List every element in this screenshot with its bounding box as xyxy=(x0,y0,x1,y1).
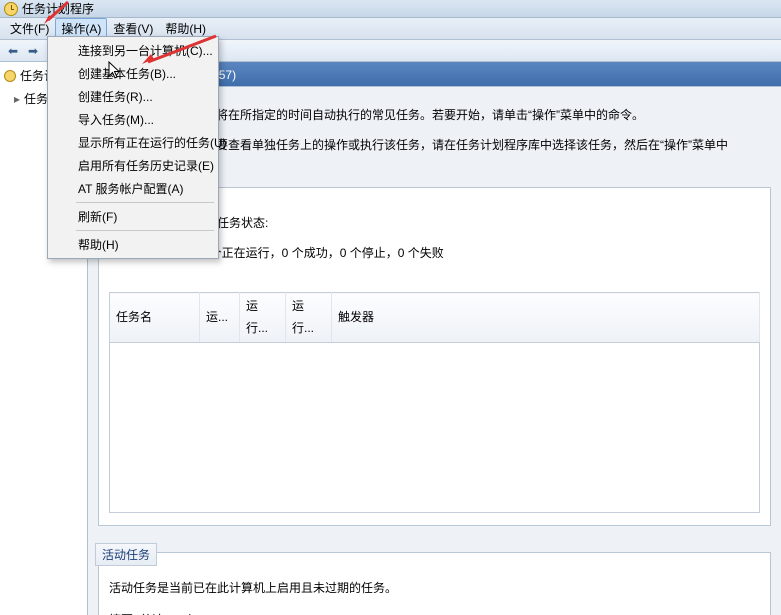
toolbar-forward-button[interactable]: ➡ xyxy=(24,42,42,60)
panel-title: 活动任务 xyxy=(95,543,157,566)
action-menu-dropdown: 连接到另一台计算机(C)... 创建基本任务(B)... 创建任务(R)... … xyxy=(47,36,219,259)
menu-separator xyxy=(76,230,214,231)
arrow-right-icon: ➡ xyxy=(28,44,38,58)
window-titlebar: 任务计划程序 xyxy=(0,0,781,18)
menu-item-import-task[interactable]: 导入任务(M)... xyxy=(50,108,216,131)
menu-item-help[interactable]: 帮助(H) xyxy=(50,233,216,256)
arrow-left-icon: ⬅ xyxy=(8,44,18,58)
menu-item-refresh[interactable]: 刷新(F) xyxy=(50,205,216,228)
menu-separator xyxy=(76,202,214,203)
table-row xyxy=(110,343,760,513)
active-tasks-description: 活动任务是当前已在此计算机上启用且未过期的任务。 xyxy=(109,578,760,600)
toolbar-back-button[interactable]: ⬅ xyxy=(4,42,22,60)
menu-item-enable-history[interactable]: 启用所有任务历史记录(E) xyxy=(50,154,216,177)
column-header-task-name[interactable]: 任务名 xyxy=(110,293,200,343)
column-header-trigger[interactable]: 触发器 xyxy=(332,293,760,343)
column-header-run-start[interactable]: 运行... xyxy=(240,293,286,343)
task-status-table: 任务名 运... 运行... 运行... 触发器 xyxy=(109,292,760,513)
scheduler-icon xyxy=(4,70,16,82)
menu-item-at-service[interactable]: AT 服务帐户配置(A) xyxy=(50,177,216,200)
tree-expand-icon: ▸ xyxy=(14,92,20,106)
menu-item-create-basic-task[interactable]: 创建基本任务(B)... xyxy=(50,62,216,85)
active-tasks-summary: 摘要: 总计 49 个 xyxy=(109,610,760,615)
menu-item-create-task[interactable]: 创建任务(R)... xyxy=(50,85,216,108)
column-header-run[interactable]: 运... xyxy=(200,293,240,343)
active-tasks-panel: 活动任务 活动任务是当前已在此计算机上启用且未过期的任务。 摘要: 总计 49 … xyxy=(98,552,771,615)
app-icon xyxy=(4,2,18,16)
menu-item-show-running[interactable]: 显示所有正在运行的任务(U) xyxy=(50,131,216,154)
menu-item-connect-computer[interactable]: 连接到另一台计算机(C)... xyxy=(50,39,216,62)
column-header-run-end[interactable]: 运行... xyxy=(286,293,332,343)
window-title-text: 任务计划程序 xyxy=(22,0,94,17)
tree-node-label: 任务 xyxy=(24,90,48,107)
